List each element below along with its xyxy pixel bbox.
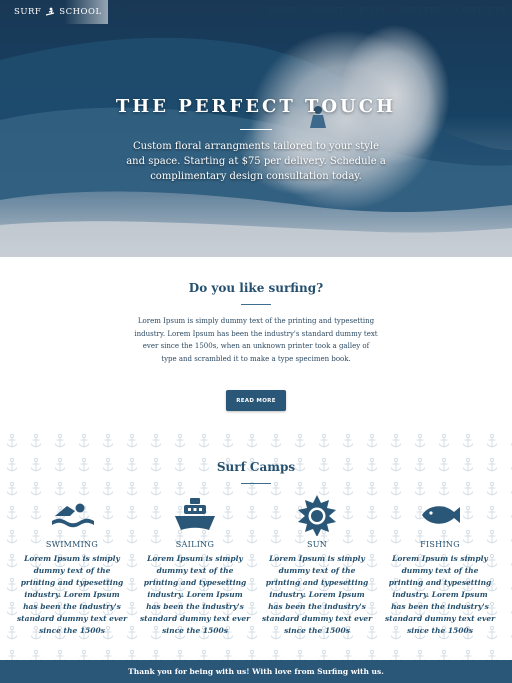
camp-fishing: FISHING Lorem Ipsum is simply dummy text… <box>380 494 500 637</box>
camps-title: Surf Camps <box>216 460 296 474</box>
hero-divider <box>240 129 272 130</box>
camp-description: Lorem Ipsum is simply dummy text of the … <box>139 554 251 635</box>
camp-sailing: SAILING Lorem Ipsum is simply dummy text… <box>135 494 255 637</box>
camp-name: SAILING <box>175 540 215 549</box>
logo-wordmark: SURF SCHOOL <box>14 7 102 17</box>
camps-divider <box>241 483 271 484</box>
camp-swimming: SWIMMING Lorem Ipsum is simply dummy tex… <box>12 494 132 637</box>
nav-about[interactable]: ABOUT <box>312 6 344 15</box>
swimmer-icon <box>52 503 94 528</box>
read-more-button[interactable]: READ MORE <box>226 390 286 411</box>
ship-icon <box>175 498 215 530</box>
camp-description: Lorem Ipsum is simply dummy text of the … <box>261 554 373 635</box>
camp-description: Lorem Ipsum is simply dummy text of the … <box>384 554 496 635</box>
camp-name: SUN <box>306 540 328 549</box>
hero-description: Custom floral arrangments tailored to yo… <box>126 141 386 182</box>
nav-contacts[interactable]: CONTACTS <box>456 6 506 15</box>
camp-sun: SUN Lorem Ipsum is simply dummy text of … <box>257 494 377 637</box>
intro-text: Lorem Ipsum is simply dummy text of the … <box>134 317 378 363</box>
logo-text-school: SCHOOL <box>59 7 102 17</box>
nav-blog[interactable]: BLOG <box>359 6 384 15</box>
surfer-icon <box>46 7 55 16</box>
hero-title: THE PERFECT TOUCH <box>115 96 397 117</box>
top-navigation-bar: SURF SCHOOL HOME ABOUT BLOG GALLERY CONT… <box>0 0 512 24</box>
camp-name: SWIMMING <box>45 540 99 549</box>
footer-text: Thank you for being with us! With love f… <box>128 667 384 676</box>
logo-text-surf: SURF <box>14 7 42 17</box>
intro-title: Do you like surfing? <box>188 281 324 295</box>
logo[interactable]: SURF SCHOOL <box>0 0 108 24</box>
main-nav: HOME ABOUT BLOG GALLERY CONTACTS <box>268 6 506 15</box>
camp-name: FISHING <box>420 540 460 549</box>
surf-camps-section: Surf Camps SWIMMING Lorem Ipsum is simpl… <box>0 430 512 660</box>
intro-divider <box>241 304 271 305</box>
camp-description: Lorem Ipsum is simply dummy text of the … <box>16 554 128 635</box>
nav-home[interactable]: HOME <box>268 6 297 15</box>
hero-banner: SURF SCHOOL HOME ABOUT BLOG GALLERY CONT… <box>0 0 512 257</box>
nav-gallery[interactable]: GALLERY <box>400 6 442 15</box>
fish-icon <box>422 506 460 524</box>
sun-icon <box>298 495 336 536</box>
footer: Thank you for being with us! With love f… <box>0 660 512 683</box>
